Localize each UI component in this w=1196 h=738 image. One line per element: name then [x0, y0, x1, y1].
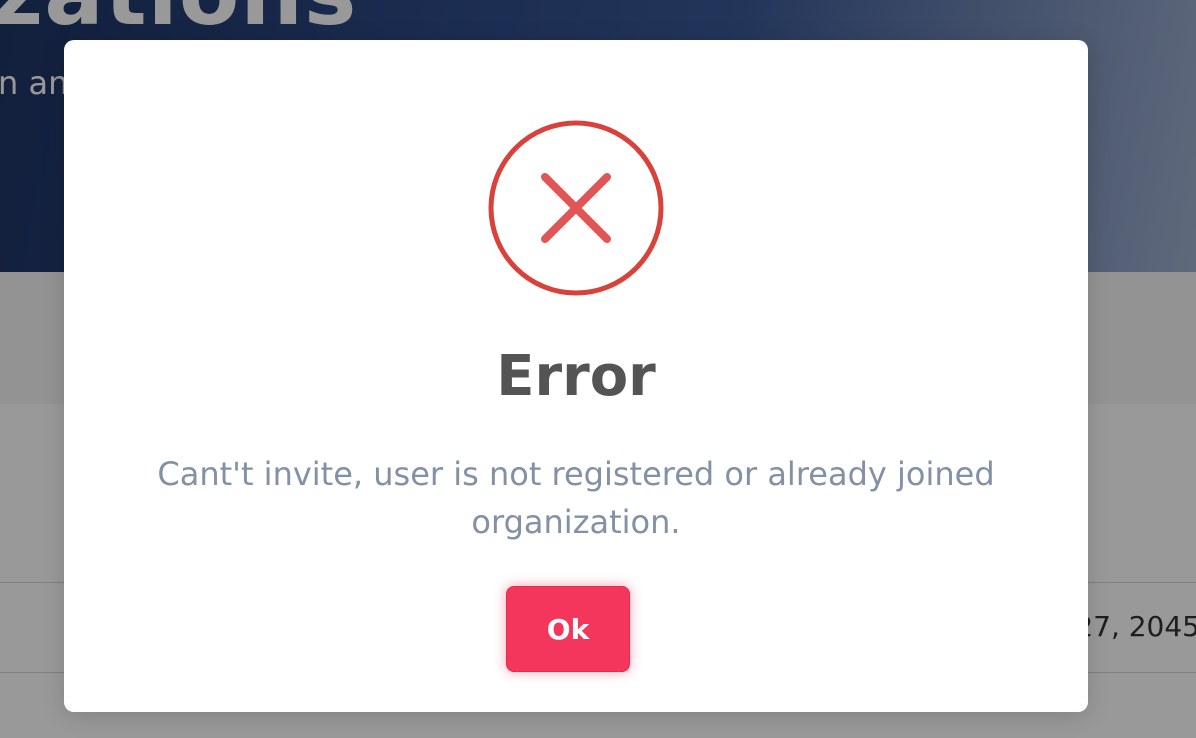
- error-dialog: Error Cant't invite, user is not registe…: [64, 40, 1088, 712]
- dialog-title: Error: [496, 344, 656, 409]
- dialog-message: Cant't invite, user is not registered or…: [157, 455, 995, 541]
- page: zations n and Ull 27, 2045 Error Cant't …: [0, 0, 1196, 738]
- ok-button[interactable]: Ok: [506, 586, 630, 672]
- error-x-icon: [488, 120, 664, 296]
